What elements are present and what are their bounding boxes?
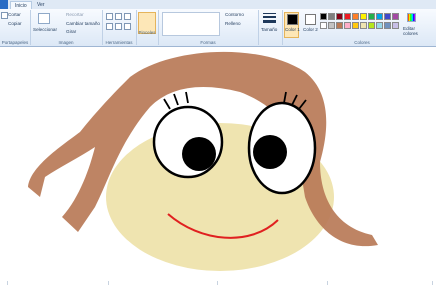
color-picker-icon[interactable] (115, 23, 122, 30)
color2-label: Color 2 (303, 27, 318, 32)
color1-label: Color 1 (285, 27, 300, 32)
magnifier-icon[interactable] (124, 23, 131, 30)
left-pupil (182, 137, 216, 171)
color-swatch[interactable] (384, 13, 391, 20)
color-swatch[interactable] (392, 22, 399, 29)
pencil-icon[interactable] (106, 13, 113, 20)
size-group: Tamaño (258, 10, 283, 45)
size-line-thick (263, 20, 276, 23)
edit-colors-button[interactable]: Editar colores (403, 26, 423, 36)
shapes-group-label: Formas (200, 40, 216, 45)
color2-swatch[interactable] (305, 14, 316, 25)
ruler-tick (108, 281, 109, 285)
clipboard-group-label: Portapapeles (1, 40, 29, 45)
color-swatch[interactable] (392, 13, 399, 20)
ruler-tick (217, 281, 218, 285)
tab-view[interactable]: Ver (33, 1, 49, 9)
color1-swatch (287, 14, 298, 25)
color-swatch[interactable] (344, 22, 351, 29)
color-swatch[interactable] (328, 13, 335, 20)
color-swatch[interactable] (320, 13, 327, 20)
select-button[interactable]: Seleccionar (33, 27, 57, 32)
ruler-tick (327, 281, 328, 285)
tools-group-label: Herramientas (105, 40, 133, 45)
clipboard-group: Cortar Copiar Portapapeles (0, 10, 31, 45)
color-swatch[interactable] (376, 13, 383, 20)
color-swatch[interactable] (368, 13, 375, 20)
ruler-tick (432, 281, 433, 285)
color-swatch[interactable] (360, 13, 367, 20)
shapes-gallery[interactable] (162, 12, 220, 36)
color-swatch[interactable] (344, 13, 351, 20)
right-pupil (253, 135, 287, 169)
color-swatch[interactable] (368, 22, 375, 29)
edit-colors-icon[interactable] (407, 13, 416, 22)
copy-button[interactable]: Copiar (8, 21, 22, 26)
cut-button[interactable]: Cortar (8, 12, 21, 17)
ruler-tick (7, 281, 8, 285)
text-icon[interactable] (124, 13, 131, 20)
color-swatch[interactable] (328, 22, 335, 29)
drawing[interactable] (0, 47, 436, 291)
image-group: Seleccionar Recortar Cambiar tamaño Gira… (30, 10, 103, 45)
color-swatch[interactable] (352, 13, 359, 20)
brushes-group: Pinceles (136, 10, 159, 45)
eraser-icon[interactable] (106, 23, 113, 30)
crop-button[interactable]: Recortar (66, 12, 84, 17)
color-swatch[interactable] (384, 22, 391, 29)
size-button[interactable]: Tamaño (261, 27, 277, 32)
color-swatch[interactable] (320, 22, 327, 29)
resize-button[interactable]: Cambiar tamaño (66, 21, 100, 26)
rotate-button[interactable]: Girar (66, 29, 76, 34)
paste-icon[interactable] (1, 12, 8, 19)
ribbon: Cortar Copiar Portapapeles Seleccionar R… (0, 9, 436, 47)
outline-button[interactable]: Contorno (225, 12, 244, 17)
shapes-group: Contorno Relleno Formas (158, 10, 259, 45)
color-swatch[interactable] (376, 22, 383, 29)
fill-icon[interactable] (115, 13, 122, 20)
tools-group: Herramientas (102, 10, 137, 45)
colors-group: Editar colores Colores (318, 10, 436, 45)
color1-group: Color 1 (282, 10, 301, 45)
size-line-medium (263, 16, 276, 18)
color2-group: Color 2 (301, 10, 318, 45)
color-swatch[interactable] (336, 22, 343, 29)
colors-group-label: Colores (354, 40, 370, 45)
file-menu-button[interactable] (0, 0, 8, 9)
fill-button[interactable]: Relleno (225, 21, 241, 26)
select-icon[interactable] (38, 13, 50, 24)
image-group-label: Imagen (58, 40, 74, 45)
color-swatch[interactable] (360, 22, 367, 29)
size-line-thin (263, 13, 276, 14)
drawing-canvas[interactable] (0, 47, 436, 291)
color-swatch[interactable] (352, 22, 359, 29)
color-swatch[interactable] (336, 13, 343, 20)
brushes-label: Pinceles (138, 30, 156, 35)
